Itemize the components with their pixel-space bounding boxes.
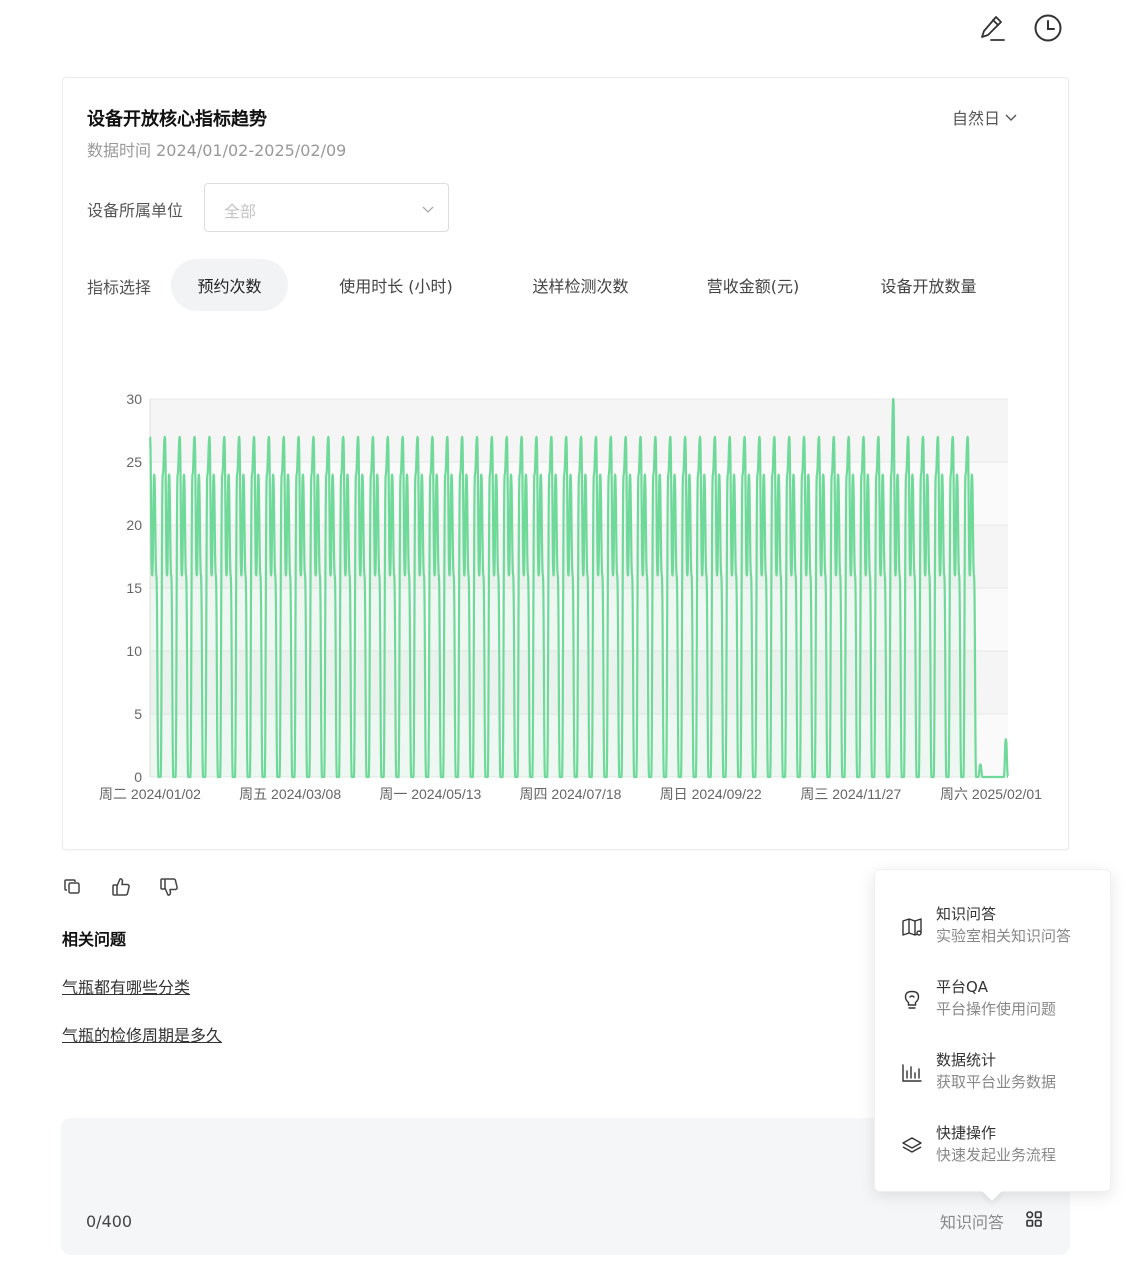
- mode-switch-button[interactable]: 知识问答: [940, 1209, 1004, 1233]
- x-tick-label: 周三 2024/11/27: [800, 786, 901, 802]
- thumbs-down-icon[interactable]: [158, 876, 180, 898]
- history-icon[interactable]: [1030, 10, 1066, 46]
- y-tick-label: 5: [134, 706, 142, 722]
- metric-tab-open-devices[interactable]: 设备开放数量: [861, 259, 996, 311]
- menu-item-quick-actions[interactable]: 快捷操作 快速发起业务流程: [875, 1119, 1112, 1179]
- bar-chart-icon: [901, 1062, 923, 1084]
- menu-item-title: 平台QA: [936, 978, 989, 996]
- lightbulb-icon: [901, 989, 923, 1011]
- y-tick-label: 25: [126, 454, 142, 470]
- message-actions: [62, 876, 180, 898]
- menu-item-data-stats[interactable]: 数据统计 获取平台业务数据: [875, 1046, 1112, 1106]
- layers-icon: [901, 1135, 923, 1157]
- x-tick-label: 周五 2024/03/08: [239, 786, 341, 802]
- y-tick-label: 20: [126, 517, 142, 533]
- grid-menu-icon[interactable]: [1024, 1209, 1044, 1229]
- menu-item-desc: 实验室相关知识问答: [936, 927, 1072, 945]
- char-counter: 0/400: [86, 1212, 133, 1231]
- x-tick-label: 周四 2024/07/18: [520, 786, 622, 802]
- related-question-link[interactable]: 气瓶都有哪些分类: [62, 974, 190, 998]
- related-questions-title: 相关问题: [62, 930, 127, 949]
- unit-filter-value: 全部: [224, 202, 257, 221]
- x-tick-label: 周日 2024/09/22: [660, 786, 762, 802]
- trend-line-chart: 0 5 10 15 20 25 30 周二 2024/01/02 周五 2024/03/08 周一…: [99, 391, 1042, 802]
- menu-item-desc: 获取平台业务数据: [936, 1073, 1057, 1091]
- menu-item-platform-qa[interactable]: 平台QA 平台操作使用问题: [875, 973, 1112, 1033]
- metric-tab-reservations[interactable]: 预约次数: [171, 259, 288, 311]
- unit-filter-select[interactable]: 全部: [204, 183, 449, 232]
- x-tick-label: 周二 2024/01/02: [99, 786, 201, 802]
- chevron-down-icon: [1005, 114, 1017, 121]
- metric-tab-revenue[interactable]: 营收金额(元): [688, 259, 818, 311]
- copy-icon[interactable]: [62, 876, 84, 898]
- chevron-down-icon: [422, 206, 434, 213]
- trend-card: 设备开放核心指标趋势 数据时间 2024/01/02-2025/02/09 自然…: [62, 77, 1069, 850]
- y-tick-label: 15: [126, 580, 142, 596]
- menu-item-desc: 平台操作使用问题: [936, 1000, 1057, 1018]
- y-tick-label: 10: [126, 643, 142, 659]
- unit-filter-label: 设备所属单位: [87, 201, 184, 220]
- menu-item-title: 数据统计: [936, 1051, 997, 1069]
- metric-tab-sample-tests[interactable]: 送样检测次数: [513, 259, 648, 311]
- data-time: 数据时间 2024/01/02-2025/02/09: [87, 137, 346, 161]
- metric-label: 指标选择: [87, 278, 152, 297]
- data-time-label: 数据时间: [87, 141, 152, 160]
- metric-tab-usage-hours[interactable]: 使用时长 (小时): [321, 259, 471, 311]
- menu-item-desc: 快速发起业务流程: [936, 1146, 1057, 1164]
- related-question-link[interactable]: 气瓶的检修周期是多久: [62, 1022, 222, 1046]
- book-icon: [901, 916, 923, 938]
- menu-item-title: 知识问答: [936, 905, 997, 923]
- edit-icon[interactable]: [974, 10, 1010, 46]
- period-select-label: 自然日: [951, 109, 1000, 128]
- data-time-range: 2024/01/02-2025/02/09: [156, 141, 347, 160]
- menu-item-knowledge-qa[interactable]: 知识问答 实验室相关知识问答: [875, 900, 1112, 960]
- y-tick-label: 0: [134, 769, 142, 785]
- menu-item-title: 快捷操作: [936, 1124, 997, 1142]
- thumbs-up-icon[interactable]: [110, 876, 132, 898]
- mode-popover-menu: 知识问答 实验室相关知识问答 平台QA 平台操作使用问题 数据统计 获取平台业务…: [874, 869, 1111, 1192]
- period-select[interactable]: 自然日: [952, 105, 1018, 129]
- y-tick-label: 30: [126, 391, 142, 407]
- x-tick-label: 周六 2025/02/01: [940, 786, 1042, 802]
- x-tick-label: 周一 2024/05/13: [379, 786, 481, 802]
- card-title: 设备开放核心指标趋势: [87, 109, 267, 130]
